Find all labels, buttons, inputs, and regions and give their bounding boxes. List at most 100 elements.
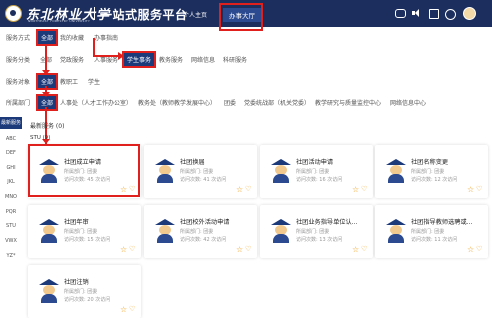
- header-bar: 东北林业大学 NORTHEAST FORESTRY UNIVERSITY 一站式…: [0, 0, 492, 31]
- card-department: 所属部门: 团委: [180, 229, 214, 235]
- chip-category-party[interactable]: 党政服务: [58, 54, 86, 65]
- filter-row-department: 所属部门 全部 人事处（人才工作办公室） 教务处（教师教学发展中心） 团委 党委…: [0, 94, 492, 111]
- like-icon[interactable]: ♡: [245, 246, 252, 253]
- graduate-icon: [270, 159, 292, 183]
- section-heading-stu: STU (9): [30, 135, 51, 141]
- speaker-icon[interactable]: [412, 9, 422, 18]
- like-icon[interactable]: ♡: [476, 186, 483, 193]
- chip-category-research[interactable]: 科研服务: [221, 54, 249, 65]
- card-visits: 访问次数: 16 次访问: [296, 177, 343, 183]
- like-icon[interactable]: ♡: [476, 246, 483, 253]
- sidebar-item-def[interactable]: DEF: [0, 147, 22, 159]
- settings-icon[interactable]: [445, 9, 456, 20]
- filter-label-mode: 服务方式: [6, 35, 31, 42]
- sidebar-item-recent[interactable]: 最新服务: [0, 117, 22, 129]
- card-visits: 访问次数: 13 次访问: [296, 237, 343, 243]
- favorite-star-icon[interactable]: ☆: [236, 246, 243, 254]
- favorite-star-icon[interactable]: ☆: [236, 186, 243, 194]
- recent-services-heading: 最新服务 (0): [30, 123, 65, 130]
- annotation-arrowhead-audience: [42, 70, 50, 75]
- theme-icon[interactable]: [428, 9, 439, 19]
- graduate-icon: [154, 219, 176, 243]
- card-highlight: [28, 144, 140, 197]
- sidebar-item-ghi[interactable]: GHI: [0, 162, 22, 174]
- chip-department-quality[interactable]: 教学研究与质量监控中心: [313, 97, 383, 108]
- card-meta: 所属部门: 团委访问次数: 12 次访问: [411, 168, 457, 184]
- card-department: 所属部门: 团委: [296, 169, 330, 175]
- card-department: 所属部门: 团委: [64, 229, 98, 235]
- like-icon[interactable]: ♡: [129, 306, 136, 313]
- sidebar-item-pqr[interactable]: PQR: [0, 206, 22, 218]
- chip-mode-guide[interactable]: 办事指南: [92, 32, 120, 43]
- chip-category-academic[interactable]: 教务服务: [157, 54, 185, 65]
- card-visits: 访问次数: 12 次访问: [411, 177, 458, 183]
- chat-icon[interactable]: [395, 9, 406, 18]
- chip-department-academic[interactable]: 教务处（教师教学发展中心）: [136, 97, 218, 108]
- like-icon[interactable]: ♡: [245, 186, 252, 193]
- annotation-arrow-category-stem: [93, 38, 95, 56]
- card-title: 社团注销: [64, 279, 89, 286]
- card-title: 社团校外活动申请: [180, 219, 230, 226]
- filter-row-audience: 服务对象 全部 教职工 学生: [0, 73, 492, 90]
- sidebar-item-vwx[interactable]: VWX: [0, 235, 22, 247]
- chip-category-student[interactable]: 学生事务: [121, 51, 157, 68]
- nav-personal-home[interactable]: 个人主页: [183, 10, 207, 19]
- favorite-star-icon[interactable]: ☆: [120, 246, 127, 254]
- chip-audience-staff[interactable]: 教职工: [58, 76, 80, 87]
- favorite-star-icon[interactable]: ☆: [467, 246, 474, 254]
- card-visits: 访问次数: 15 次访问: [64, 237, 111, 243]
- card-department: 所属部门: 团委: [296, 229, 330, 235]
- graduate-icon: [270, 219, 292, 243]
- like-icon[interactable]: ♡: [361, 186, 368, 193]
- favorite-star-icon[interactable]: ☆: [467, 186, 474, 194]
- filter-row-mode: 服务方式 全部 我的收藏 办事指南: [0, 29, 492, 46]
- chip-department-hr[interactable]: 人事处（人才工作办公室）: [58, 97, 134, 108]
- chip-department-united-front[interactable]: 党委统战部（机关党委）: [242, 97, 312, 108]
- user-avatar[interactable]: [463, 7, 476, 20]
- sidebar-item-stu[interactable]: STU: [0, 220, 22, 232]
- card-meta: 所属部门: 团委访问次数: 42 次访问: [180, 228, 226, 244]
- filter-label-audience: 服务对象: [6, 79, 31, 86]
- sidebar-item-abc[interactable]: ABC: [0, 133, 22, 145]
- card-meta: 所属部门: 团委 访问次数: 41 次访问: [180, 168, 226, 184]
- like-icon[interactable]: ♡: [129, 246, 136, 253]
- chip-department-youth-league[interactable]: 团委: [222, 97, 238, 108]
- card-meta: 所属部门: 团委访问次数: 16 次访问: [296, 168, 342, 184]
- sidebar-item-mno[interactable]: MNO: [0, 191, 22, 203]
- card-meta: 所属部门: 团委 访问次数: 20 次访问: [64, 288, 110, 304]
- chip-audience-all[interactable]: 全部: [35, 73, 59, 90]
- service-card[interactable]: 社团业务指导单位认... 所属部门: 团委访问次数: 13 次访问 ☆ ♡: [260, 205, 373, 258]
- chip-department-all[interactable]: 全部: [35, 94, 59, 111]
- card-visits: 访问次数: 42 次访问: [180, 237, 227, 243]
- favorite-star-icon[interactable]: ☆: [352, 186, 359, 194]
- service-card[interactable]: 社团指导教师选聘或... 所属部门: 团委 访问次数: 11 次访问 ☆ ♡: [375, 205, 488, 258]
- chip-mode-all[interactable]: 全部: [35, 29, 59, 46]
- card-department: 所属部门: 团委: [411, 169, 445, 175]
- service-card[interactable]: 社团校外活动申请 所属部门: 团委访问次数: 42 次访问 ☆ ♡: [144, 205, 257, 258]
- chip-audience-student[interactable]: 学生: [86, 76, 102, 87]
- favorite-star-icon[interactable]: ☆: [120, 306, 127, 314]
- service-card[interactable]: 社团年审 所属部门: 团委 访问次数: 15 次访问 ☆ ♡: [28, 205, 141, 258]
- card-meta: 所属部门: 团委访问次数: 15 次访问: [64, 228, 110, 244]
- card-title: 社团业务指导单位认...: [296, 219, 358, 226]
- card-department: 所属部门: 团委: [64, 289, 98, 295]
- graduate-icon: [385, 159, 407, 183]
- sidebar-item-jkl[interactable]: JKL: [0, 176, 22, 188]
- chip-mode-favorites[interactable]: 我的收藏: [58, 32, 86, 43]
- graduate-icon: [154, 159, 176, 183]
- university-seal-logo[interactable]: [5, 5, 22, 22]
- card-department: 所属部门: 团委: [411, 229, 445, 235]
- service-card[interactable]: 社团换届 所属部门: 团委 访问次数: 41 次访问 ☆ ♡: [144, 145, 257, 198]
- header-divider: [94, 7, 95, 20]
- service-card[interactable]: 社团名称变更 所属部门: 团委 访问次数: 12 次访问 ☆ ♡: [375, 145, 488, 198]
- service-card[interactable]: 社团活动申请 所属部门: 团委 访问次数: 16 次访问 ☆ ♡: [260, 145, 373, 198]
- like-icon[interactable]: ♡: [361, 246, 368, 253]
- sidebar-item-yz[interactable]: YZ*: [0, 250, 22, 262]
- chip-department-network[interactable]: 网络信息中心: [388, 97, 428, 108]
- favorite-star-icon[interactable]: ☆: [352, 246, 359, 254]
- filter-row-category: 服务分类 全部 党政服务 人事服务 学生事务 教务服务 网络信息 科研服务: [0, 51, 492, 68]
- card-meta: 所属部门: 团委访问次数: 13 次访问: [296, 228, 342, 244]
- filter-label-category: 服务分类: [6, 57, 31, 64]
- service-card[interactable]: 社团注销所属部门: 团委 访问次数: 20 次访问 ☆ ♡: [28, 265, 141, 318]
- chip-category-network[interactable]: 网络信息: [189, 54, 217, 65]
